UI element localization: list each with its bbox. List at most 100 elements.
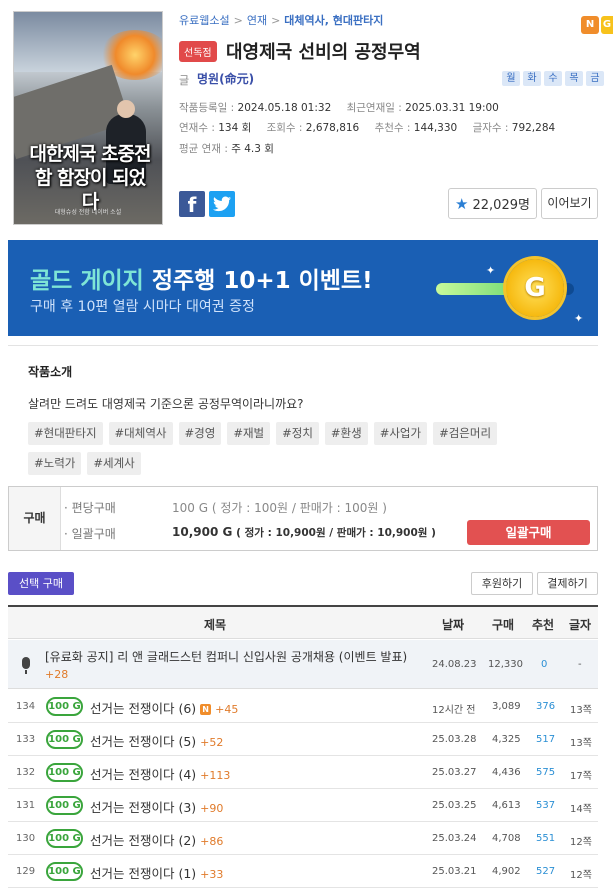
bulk-price-value: 10,900 G [172,525,233,539]
notice-chars: - [578,659,582,670]
tag-chip[interactable]: #정치 [276,422,319,445]
episode-chars: 12쪽 [570,870,592,881]
comment-count: +52 [200,736,224,749]
continue-reading-button[interactable]: 이어보기 [541,188,598,219]
tag-chip[interactable]: #검은머리 [433,422,498,445]
header-title: 제목 [204,618,227,632]
price-badge: 100 G [46,796,83,815]
tag-chip[interactable]: #재벌 [227,422,271,445]
notice-date: 24.08.23 [432,659,477,670]
sparkle-icon: ✦ [574,312,584,325]
author-label: 글 [179,74,190,87]
tag-chip[interactable]: #사업가 [373,422,428,445]
episode-recs: 551 [536,833,556,844]
latest-label: 최근연재일 : [346,102,402,114]
price-badge: 100 G [46,829,83,848]
views-value: 2,678,816 [305,122,360,134]
comment-count: +33 [200,868,224,881]
meta-dates: 작품등록일 : 2024.05.18 01:32 최근연재일 : 2025.03… [179,100,511,115]
comment-count: +90 [200,802,224,815]
episode-date: 25.03.25 [432,800,477,811]
star-icon: ★ [455,194,469,213]
meta-stats: 연재수 : 134 회 조회수 : 2,678,816 추천수 : 144,33… [179,120,567,135]
breadcrumb-item-serial[interactable]: 연재 [247,14,267,27]
episode-row[interactable]: 133 100 G 선거는 전쟁이다 (5) +52 25.03.28 4,325 517 1… [8,723,598,756]
header-buys: 구매 [492,618,515,632]
sparkle-icon: ✦ [486,264,496,277]
tag-chip[interactable]: #대체역사 [108,422,173,445]
episode-title[interactable]: 선거는 전쟁이다 (5) +52 [90,731,223,750]
cover-image[interactable]: 대한제국 초중전함 함장이 되었다 대형슈성 전함 네이버 소설 [13,11,163,225]
new-episode-badge: N [200,704,212,715]
episode-number: 131 [16,800,36,811]
episode-chars: 13쪽 [570,738,592,749]
tag-chip[interactable]: #환생 [324,422,368,445]
support-button[interactable]: 후원하기 [471,572,533,595]
tag-chip[interactable]: #노력가 [28,452,82,475]
episode-date: 25.03.28 [432,734,477,745]
bulk-purchase-row: · 일괄구매 10,900 G ( 정가 : 10,900원 / 판매가 : 1… [64,525,436,542]
bulk-price-detail: ( 정가 : 10,900원 / 판매가 : 10,900원 ) [236,527,436,539]
episode-title[interactable]: 선거는 전쟁이다 (1) +33 [90,863,223,882]
day-thu: 목 [565,71,583,86]
breadcrumb-item-genre[interactable]: 대체역사, 현대판타지 [284,14,383,27]
single-price-detail: ( 정가 : 100원 / 판매가 : 100원 ) [211,501,387,515]
exclusive-badge: 선독점 [179,41,217,62]
notice-buys: 12,330 [488,659,523,670]
single-purchase-label: · 편당구매 [64,501,116,515]
episode-number: 133 [16,734,36,745]
day-wed: 수 [544,71,562,86]
day-fri: 금 [586,71,604,86]
gold-badge: G [601,16,613,34]
facebook-share-icon[interactable]: f [179,191,205,217]
episode-row[interactable]: 130 100 G 선거는 전쟁이다 (2) +86 25.03.24 4,708 551 1… [8,822,598,855]
author-link[interactable]: 명원(命元) [197,70,254,87]
episode-title-text: 선거는 전쟁이다 (1) [90,866,197,881]
registered-label: 작품등록일 : [179,102,235,114]
header-recs: 추천 [532,618,555,632]
comment-count: +86 [200,835,224,848]
tag-chip[interactable]: #세계사 [87,452,141,475]
select-purchase-button[interactable]: 선택 구매 [8,572,74,595]
episode-title[interactable]: 선거는 전쟁이다 (4) +113 [90,764,230,783]
episode-buys: 4,708 [492,833,521,844]
chars-label: 글자수 : [472,122,509,134]
breadcrumb: 유료웹소설 > 연재 > 대체역사, 현대판타지 [179,12,383,28]
favorite-button[interactable]: ★ 22,029명 [448,188,537,219]
bulk-purchase-button[interactable]: 일괄구매 [467,520,590,545]
episode-recs: 537 [536,800,556,811]
episode-number: 129 [16,866,36,877]
notice-row[interactable]: [유료화 공지] 리 앤 글래드스턴 컴퍼니 신입사원 공개채용 (이벤트 발표… [8,640,598,689]
episode-chars: 14쪽 [570,804,592,815]
episode-row[interactable]: 131 100 G 선거는 전쟁이다 (3) +90 25.03.25 4,613 537 1… [8,789,598,822]
tag-chip[interactable]: #현대판타지 [28,422,103,445]
episode-number: 134 [16,701,36,712]
notice-comment-count: +28 [45,668,69,681]
episode-row[interactable]: 129 100 G 선거는 전쟁이다 (1) +33 25.03.21 4,902 527 1… [8,855,598,888]
single-purchase-row: · 편당구매 100 G ( 정가 : 100원 / 판매가 : 100원 ) [64,499,387,516]
notice-recs: 0 [541,659,548,670]
episode-date: 25.03.24 [432,833,477,844]
gold-gauge-event-banner[interactable]: 골드 게이지 정주행 10+1 이벤트! 구매 후 10편 열람 시마다 대여권… [8,240,598,336]
header-date: 날짜 [442,618,465,632]
breadcrumb-separator: > [233,14,243,27]
episodes-label: 연재수 : [179,122,215,134]
episode-buys: 4,325 [492,734,521,745]
episode-recs: 527 [536,866,556,877]
cover-title: 대한제국 초중전함 함장이 되었다 [29,143,152,213]
episode-recs: 575 [536,767,556,778]
episode-title[interactable]: 선거는 전쟁이다 (3) +90 [90,797,223,816]
breadcrumb-item-paid[interactable]: 유료웹소설 [179,14,230,27]
notice-title: [유료화 공지] 리 앤 글래드스턴 컴퍼니 신입사원 공개채용 (이벤트 발표… [45,649,415,683]
episode-title[interactable]: 선거는 전쟁이다 (6) N +45 [90,698,238,717]
tag-chip[interactable]: #경영 [178,422,222,445]
twitter-share-icon[interactable] [209,191,235,217]
episode-title[interactable]: 선거는 전쟁이다 (2) +86 [90,830,223,849]
purchase-label: 구매 [9,487,61,550]
episode-date: 25.03.21 [432,866,477,877]
settle-button[interactable]: 결제하기 [537,572,598,595]
episode-row[interactable]: 132 100 G 선거는 전쟁이다 (4) +113 25.03.27 4,436 575… [8,756,598,789]
single-purchase-price: 100 G ( 정가 : 100원 / 판매가 : 100원 ) [172,499,387,516]
episode-row[interactable]: 134 100 G 선거는 전쟁이다 (6) N +45 12시간 전 3,089 376 13… [8,690,598,723]
header-chars: 글자 [569,618,592,632]
